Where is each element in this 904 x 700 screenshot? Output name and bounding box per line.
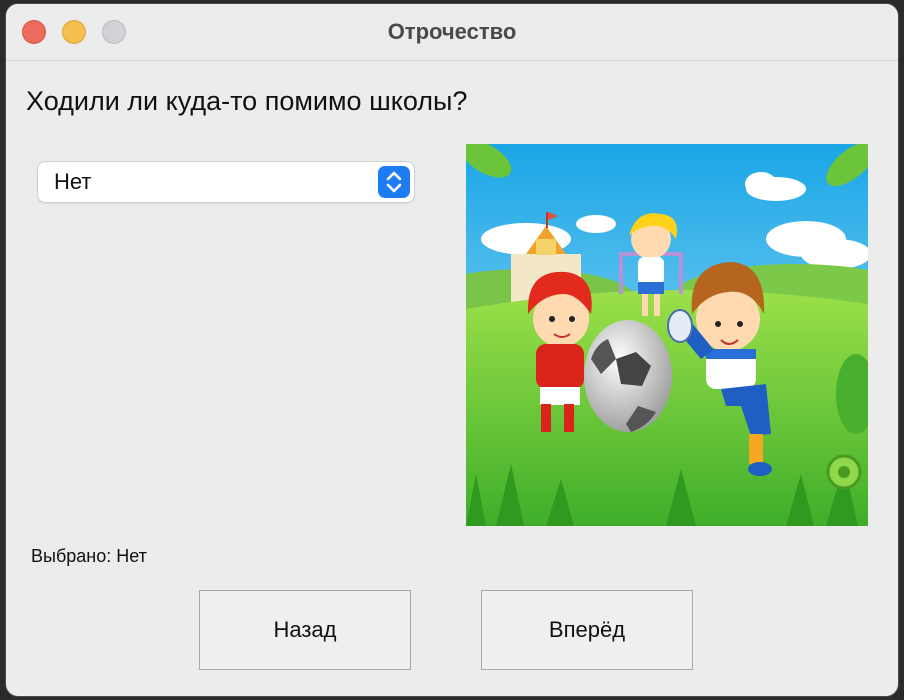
dropdown-selected-value: Нет bbox=[54, 169, 92, 194]
title-bar: Отрочество bbox=[6, 4, 898, 61]
window-title: Отрочество bbox=[387, 19, 517, 44]
question-label: Ходили ли куда-то помимо школы? bbox=[26, 86, 468, 116]
app-window: Отрочество Ходили ли куда-то помимо школ… bbox=[6, 4, 898, 696]
back-button[interactable]: Назад bbox=[199, 590, 411, 670]
kids-playing-football-illustration bbox=[466, 144, 868, 526]
selection-status-label: Выбрано: Нет bbox=[31, 546, 147, 566]
chevron-up-down-icon[interactable] bbox=[378, 166, 410, 198]
next-button[interactable]: Вперёд bbox=[481, 590, 693, 670]
answer-dropdown[interactable]: Нет bbox=[38, 162, 414, 202]
